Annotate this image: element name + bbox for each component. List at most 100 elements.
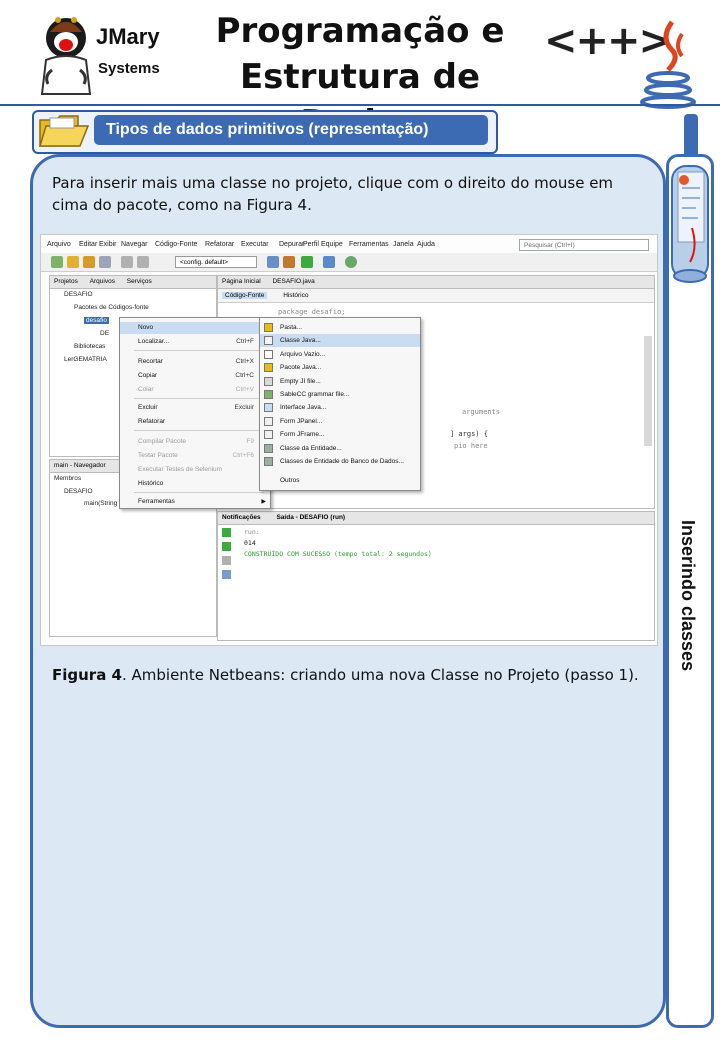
submenu-item[interactable]: Empty JI file... bbox=[260, 375, 420, 388]
code-line: ] args) { bbox=[450, 430, 488, 438]
menu-ajuda[interactable]: Ajuda bbox=[417, 241, 435, 248]
new-file-icon[interactable] bbox=[51, 256, 63, 268]
context-menu-item[interactable]: Refatorar▶ bbox=[120, 416, 270, 428]
rerun-icon[interactable] bbox=[222, 528, 231, 537]
submenu-item[interactable]: SableCC grammar file... bbox=[260, 388, 420, 401]
menu-navegar[interactable]: Navegar bbox=[121, 241, 147, 248]
context-menu-item-label: Refatorar bbox=[138, 418, 166, 425]
stop-icon[interactable] bbox=[222, 556, 231, 565]
editor-scrollbar[interactable] bbox=[644, 336, 652, 446]
figure-caption-text: . Ambiente Netbeans: criando uma nova Cl… bbox=[121, 666, 639, 684]
submenu-item-label: Form JPanel... bbox=[280, 417, 323, 425]
file-type-icon bbox=[264, 403, 273, 413]
tab-source[interactable]: Código-Fonte bbox=[222, 292, 268, 299]
context-menu-item-label: Testar Pacote bbox=[138, 452, 178, 459]
tree-item-project-2[interactable]: LerGEMATRIA bbox=[64, 356, 107, 363]
output-line: 014 bbox=[244, 539, 256, 547]
tab-arquivos[interactable]: Arquivos bbox=[90, 278, 115, 285]
tab-history[interactable]: Histórico bbox=[283, 292, 308, 299]
tab-projetos[interactable]: Projetos bbox=[54, 278, 78, 285]
output-settings-icon[interactable] bbox=[222, 570, 231, 579]
run-icon[interactable] bbox=[301, 256, 313, 268]
submenu-item[interactable]: Form JFrame... bbox=[260, 428, 420, 441]
context-menu-shortcut: Excluir bbox=[234, 404, 254, 411]
submenu-arrow-icon: ▶ bbox=[261, 499, 266, 505]
file-type-icon bbox=[264, 349, 273, 359]
file-type-icon bbox=[264, 390, 273, 399]
submenu-item[interactable]: Pacote Java... bbox=[260, 361, 420, 374]
menu-ferramentas[interactable]: Ferramentas bbox=[349, 241, 389, 248]
menu-depurar[interactable]: Depurar bbox=[279, 241, 304, 248]
context-menu-item[interactable]: Localizar... Ctrl+F bbox=[120, 336, 270, 348]
save-all-icon[interactable] bbox=[99, 256, 111, 268]
file-type-icon bbox=[264, 376, 273, 386]
menu-perfil[interactable]: Perfil bbox=[303, 241, 319, 248]
menu-c-digo-fonte[interactable]: Código-Fonte bbox=[155, 241, 197, 248]
redo-icon[interactable] bbox=[137, 256, 149, 268]
menu-refatorar[interactable]: Refatorar bbox=[205, 241, 234, 248]
context-menu-item-label: Localizar... bbox=[138, 338, 170, 345]
submenu-item-label: SableCC grammar file... bbox=[280, 391, 350, 398]
tree-item-class[interactable]: DE bbox=[100, 330, 109, 337]
tab-start-page[interactable]: Página Inicial bbox=[222, 278, 261, 285]
menu-janela[interactable]: Janela bbox=[393, 241, 414, 248]
file-type-icon bbox=[264, 416, 273, 426]
tab-notifications[interactable]: Notificações bbox=[222, 514, 261, 521]
new-submenu: Pasta... Classe Java... Arquivo Vazio... Pa… bbox=[259, 317, 421, 491]
tab-servicos[interactable]: Serviços bbox=[127, 278, 152, 285]
clean-build-icon[interactable] bbox=[283, 256, 295, 268]
context-menu-item[interactable]: Copiar Ctrl+C bbox=[120, 370, 270, 382]
submenu-item[interactable]: Classe Java... bbox=[260, 334, 420, 348]
menu-arquivo[interactable]: Arquivo bbox=[47, 241, 71, 248]
menu-executar[interactable]: Executar bbox=[241, 241, 269, 248]
context-menu-item-label: Executar Testes de Selenium bbox=[138, 466, 223, 473]
context-menu-item[interactable]: Ferramentas ▶ bbox=[120, 496, 270, 508]
navigator-item-class[interactable]: DESAFIO bbox=[64, 488, 93, 495]
navigator-members[interactable]: Membros bbox=[54, 475, 81, 482]
context-menu-item[interactable]: Novo▶ bbox=[120, 322, 270, 334]
profile-icon[interactable] bbox=[345, 256, 357, 268]
tab-desafio-java[interactable]: DESAFIO.java bbox=[272, 278, 314, 285]
submenu-item[interactable]: Arquivo Vazio... bbox=[260, 348, 420, 361]
tree-item-source-packages[interactable]: Pacotes de Códigos-fonte bbox=[74, 304, 149, 311]
debug-icon[interactable] bbox=[323, 256, 335, 268]
open-project-icon[interactable] bbox=[83, 256, 95, 268]
submenu-item[interactable]: Classe da Entidade... bbox=[260, 442, 420, 455]
menu-separator bbox=[134, 398, 264, 399]
context-menu-item[interactable]: Excluir Excluir bbox=[120, 402, 270, 414]
build-icon[interactable] bbox=[267, 256, 279, 268]
submenu-item[interactable]: Pasta... bbox=[260, 321, 420, 334]
submenu-item-label: Empty JI file... bbox=[280, 377, 321, 385]
file-type-icon bbox=[264, 336, 273, 346]
side-rod bbox=[684, 114, 698, 158]
submenu-item-label: Interface Java... bbox=[280, 404, 327, 412]
context-menu-item: Colar Ctrl+V bbox=[120, 384, 270, 396]
tree-item-project[interactable]: DESAFIO bbox=[64, 291, 93, 298]
menu-exibir[interactable]: Exibir bbox=[99, 241, 117, 248]
submenu-item[interactable]: Outros bbox=[260, 474, 420, 487]
context-menu-item-label: Excluir bbox=[138, 404, 158, 411]
rerun-params-icon[interactable] bbox=[222, 542, 231, 551]
submenu-item[interactable]: Form JPanel... bbox=[260, 415, 420, 428]
config-select[interactable]: <config. default> bbox=[175, 256, 257, 268]
scroll-icon bbox=[668, 158, 714, 288]
submenu-item-label: Pacote Java... bbox=[280, 364, 322, 372]
figure-caption-label: Figura 4 bbox=[52, 666, 122, 684]
tree-item-libraries[interactable]: Bibliotecas bbox=[74, 343, 105, 350]
menu-separator bbox=[134, 492, 264, 493]
submenu-item[interactable]: Interface Java... bbox=[260, 401, 420, 414]
submenu-item-label: Arquivo Vazio... bbox=[280, 350, 326, 358]
context-menu-item[interactable]: Recortar Ctrl+X bbox=[120, 356, 270, 368]
context-menu-item[interactable]: Histórico▶ bbox=[120, 478, 270, 490]
ide-search-input[interactable]: Pesquisar (Ctrl+I) bbox=[519, 239, 649, 251]
side-tab-label: Inserindo classes bbox=[664, 520, 716, 680]
tab-navigator[interactable]: main - Navegador bbox=[54, 462, 106, 469]
submenu-item[interactable]: Classes de Entidade do Banco de Dados... bbox=[260, 455, 420, 468]
navigator-item-method[interactable]: main(String bbox=[84, 500, 117, 507]
tab-output[interactable]: Saída - DESAFIO (run) bbox=[276, 514, 345, 521]
tree-item-package[interactable]: desafio bbox=[84, 317, 109, 324]
undo-icon[interactable] bbox=[121, 256, 133, 268]
new-project-icon[interactable] bbox=[67, 256, 79, 268]
menu-equipe[interactable]: Equipe bbox=[321, 241, 343, 248]
menu-editar[interactable]: Editar bbox=[79, 241, 97, 248]
